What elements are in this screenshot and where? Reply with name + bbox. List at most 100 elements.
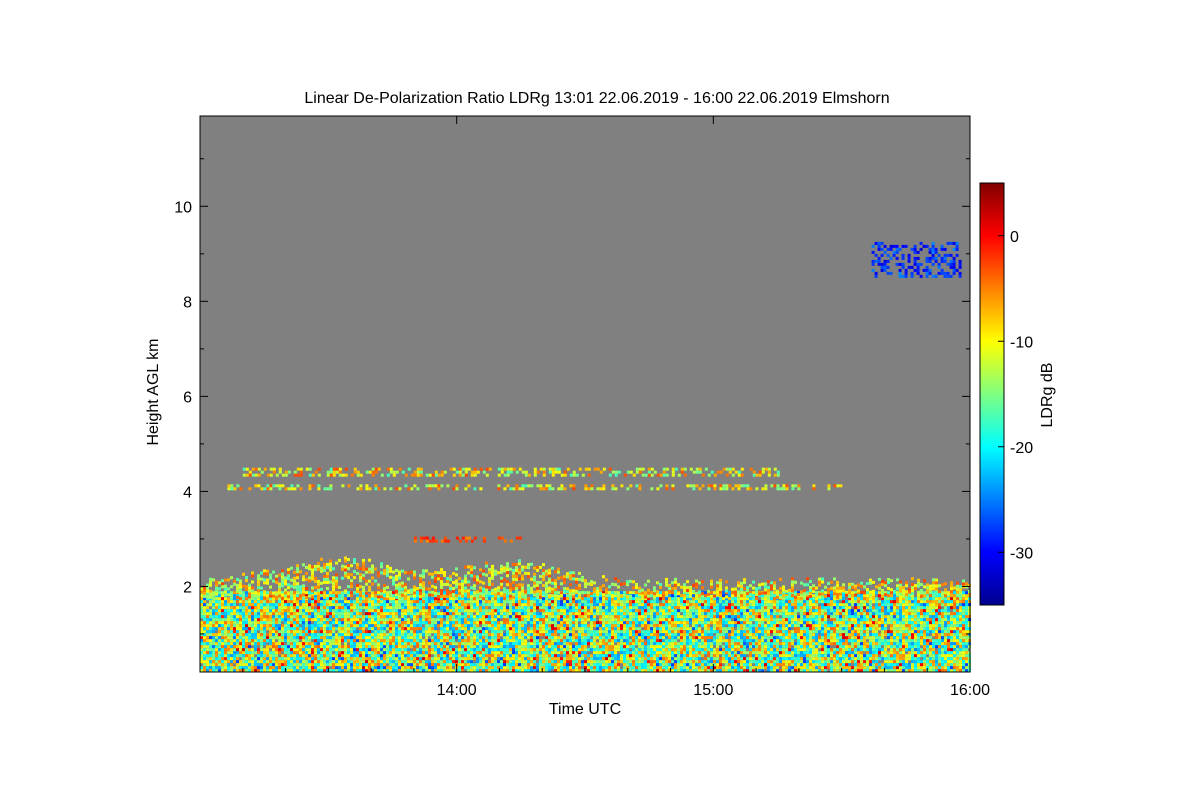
ldr-cell xyxy=(581,657,584,661)
ldr-cell xyxy=(227,618,230,622)
ldr-cell xyxy=(755,618,758,622)
ldr-cell xyxy=(632,600,635,604)
ldr-cell xyxy=(605,651,608,655)
ldr-cell xyxy=(596,651,599,655)
ldr-cell xyxy=(755,630,758,634)
ldr-cell xyxy=(221,627,224,631)
ldr-cell xyxy=(503,651,506,655)
ldr-cell xyxy=(311,642,314,646)
ldr-cell xyxy=(566,660,569,664)
ldr-cell xyxy=(299,633,302,637)
ldr-cell xyxy=(278,633,281,637)
ldr-cell xyxy=(329,624,332,628)
ldr-cell xyxy=(356,666,359,670)
ldr-cell xyxy=(605,594,608,598)
ldr-cell xyxy=(734,609,737,613)
ldr-cell xyxy=(263,642,266,646)
ldr-cell xyxy=(467,639,470,643)
ldr-cell xyxy=(224,603,227,607)
ldr-cell xyxy=(437,648,440,652)
ldr-cell xyxy=(242,603,245,607)
ldr-cell xyxy=(227,633,230,637)
ldr-cell xyxy=(719,612,722,616)
ldr-cell xyxy=(755,657,758,661)
ldr-cell xyxy=(419,645,422,649)
ldr-cell xyxy=(281,633,284,637)
ldr-cell xyxy=(605,627,608,631)
ldr-cell xyxy=(713,630,716,634)
ldr-cell xyxy=(218,627,221,631)
ldr-cell xyxy=(539,621,542,625)
ldr-cell xyxy=(287,612,290,616)
ldr-cell xyxy=(260,600,263,604)
ldr-cell xyxy=(632,618,635,622)
ldr-cell xyxy=(383,666,386,670)
ldr-cell xyxy=(419,609,422,613)
ldr-cell xyxy=(434,609,437,613)
ldr-cell xyxy=(248,627,251,631)
ldr-cell xyxy=(257,636,260,640)
ldr-cell xyxy=(512,633,515,637)
ldr-cell xyxy=(242,618,245,622)
ldr-cell xyxy=(770,606,773,610)
ldr-cell xyxy=(299,648,302,652)
ldr-cell xyxy=(653,651,656,655)
ldr-cell xyxy=(464,657,467,661)
ldr-cell xyxy=(365,636,368,640)
ldr-cell xyxy=(248,603,251,607)
ldr-cell xyxy=(446,651,449,655)
ldr-cell xyxy=(746,633,749,637)
ldr-cell xyxy=(275,663,278,667)
ldr-cell xyxy=(422,618,425,622)
ldr-cell xyxy=(470,591,473,595)
ldr-cell xyxy=(647,627,650,631)
ldr-cell xyxy=(725,630,728,634)
ldr-cell xyxy=(563,594,566,598)
ldr-cell xyxy=(395,615,398,619)
ldr-cell xyxy=(404,597,407,601)
ldr-cell xyxy=(347,636,350,640)
ldr-cell xyxy=(383,627,386,631)
ldr-cell xyxy=(650,651,653,655)
ldr-cell xyxy=(233,633,236,637)
ldr-cell xyxy=(278,630,281,634)
ldr-cell xyxy=(761,660,764,664)
ldr-cell xyxy=(314,633,317,637)
ldr-cell xyxy=(410,639,413,643)
ldr-cell xyxy=(764,627,767,631)
ldr-cell xyxy=(500,654,503,658)
ldr-cell xyxy=(749,648,752,652)
ldr-cell xyxy=(512,630,515,634)
ldr-cell xyxy=(305,615,308,619)
ldr-cell xyxy=(602,636,605,640)
ldr-cell xyxy=(692,618,695,622)
ldr-cell xyxy=(482,603,485,607)
ldr-cell xyxy=(650,630,653,634)
ldr-cell xyxy=(473,639,476,643)
ldr-cell xyxy=(371,609,374,613)
ldr-cell xyxy=(725,639,728,643)
ldr-cell xyxy=(725,660,728,664)
ldr-cell xyxy=(614,606,617,610)
ldr-cell xyxy=(293,645,296,649)
ldr-cell xyxy=(527,615,530,619)
ldr-cell xyxy=(362,603,365,607)
ldr-cell xyxy=(395,639,398,643)
ldr-cell xyxy=(398,633,401,637)
ldr-cell xyxy=(713,654,716,658)
ldr-cell xyxy=(413,624,416,628)
ldr-cell xyxy=(749,609,752,613)
ldr-cell xyxy=(341,648,344,652)
ldr-cell xyxy=(683,657,686,661)
ldr-cell xyxy=(728,627,731,631)
ldr-cell xyxy=(617,633,620,637)
ldr-cell xyxy=(611,606,614,610)
ldr-cell xyxy=(650,654,653,658)
ldr-cell xyxy=(566,618,569,622)
ldr-cell xyxy=(683,594,686,598)
ldr-cell xyxy=(305,609,308,613)
ldr-cell xyxy=(737,633,740,637)
ldr-cell xyxy=(353,645,356,649)
ldr-cell xyxy=(593,651,596,655)
ldr-cell xyxy=(512,609,515,613)
